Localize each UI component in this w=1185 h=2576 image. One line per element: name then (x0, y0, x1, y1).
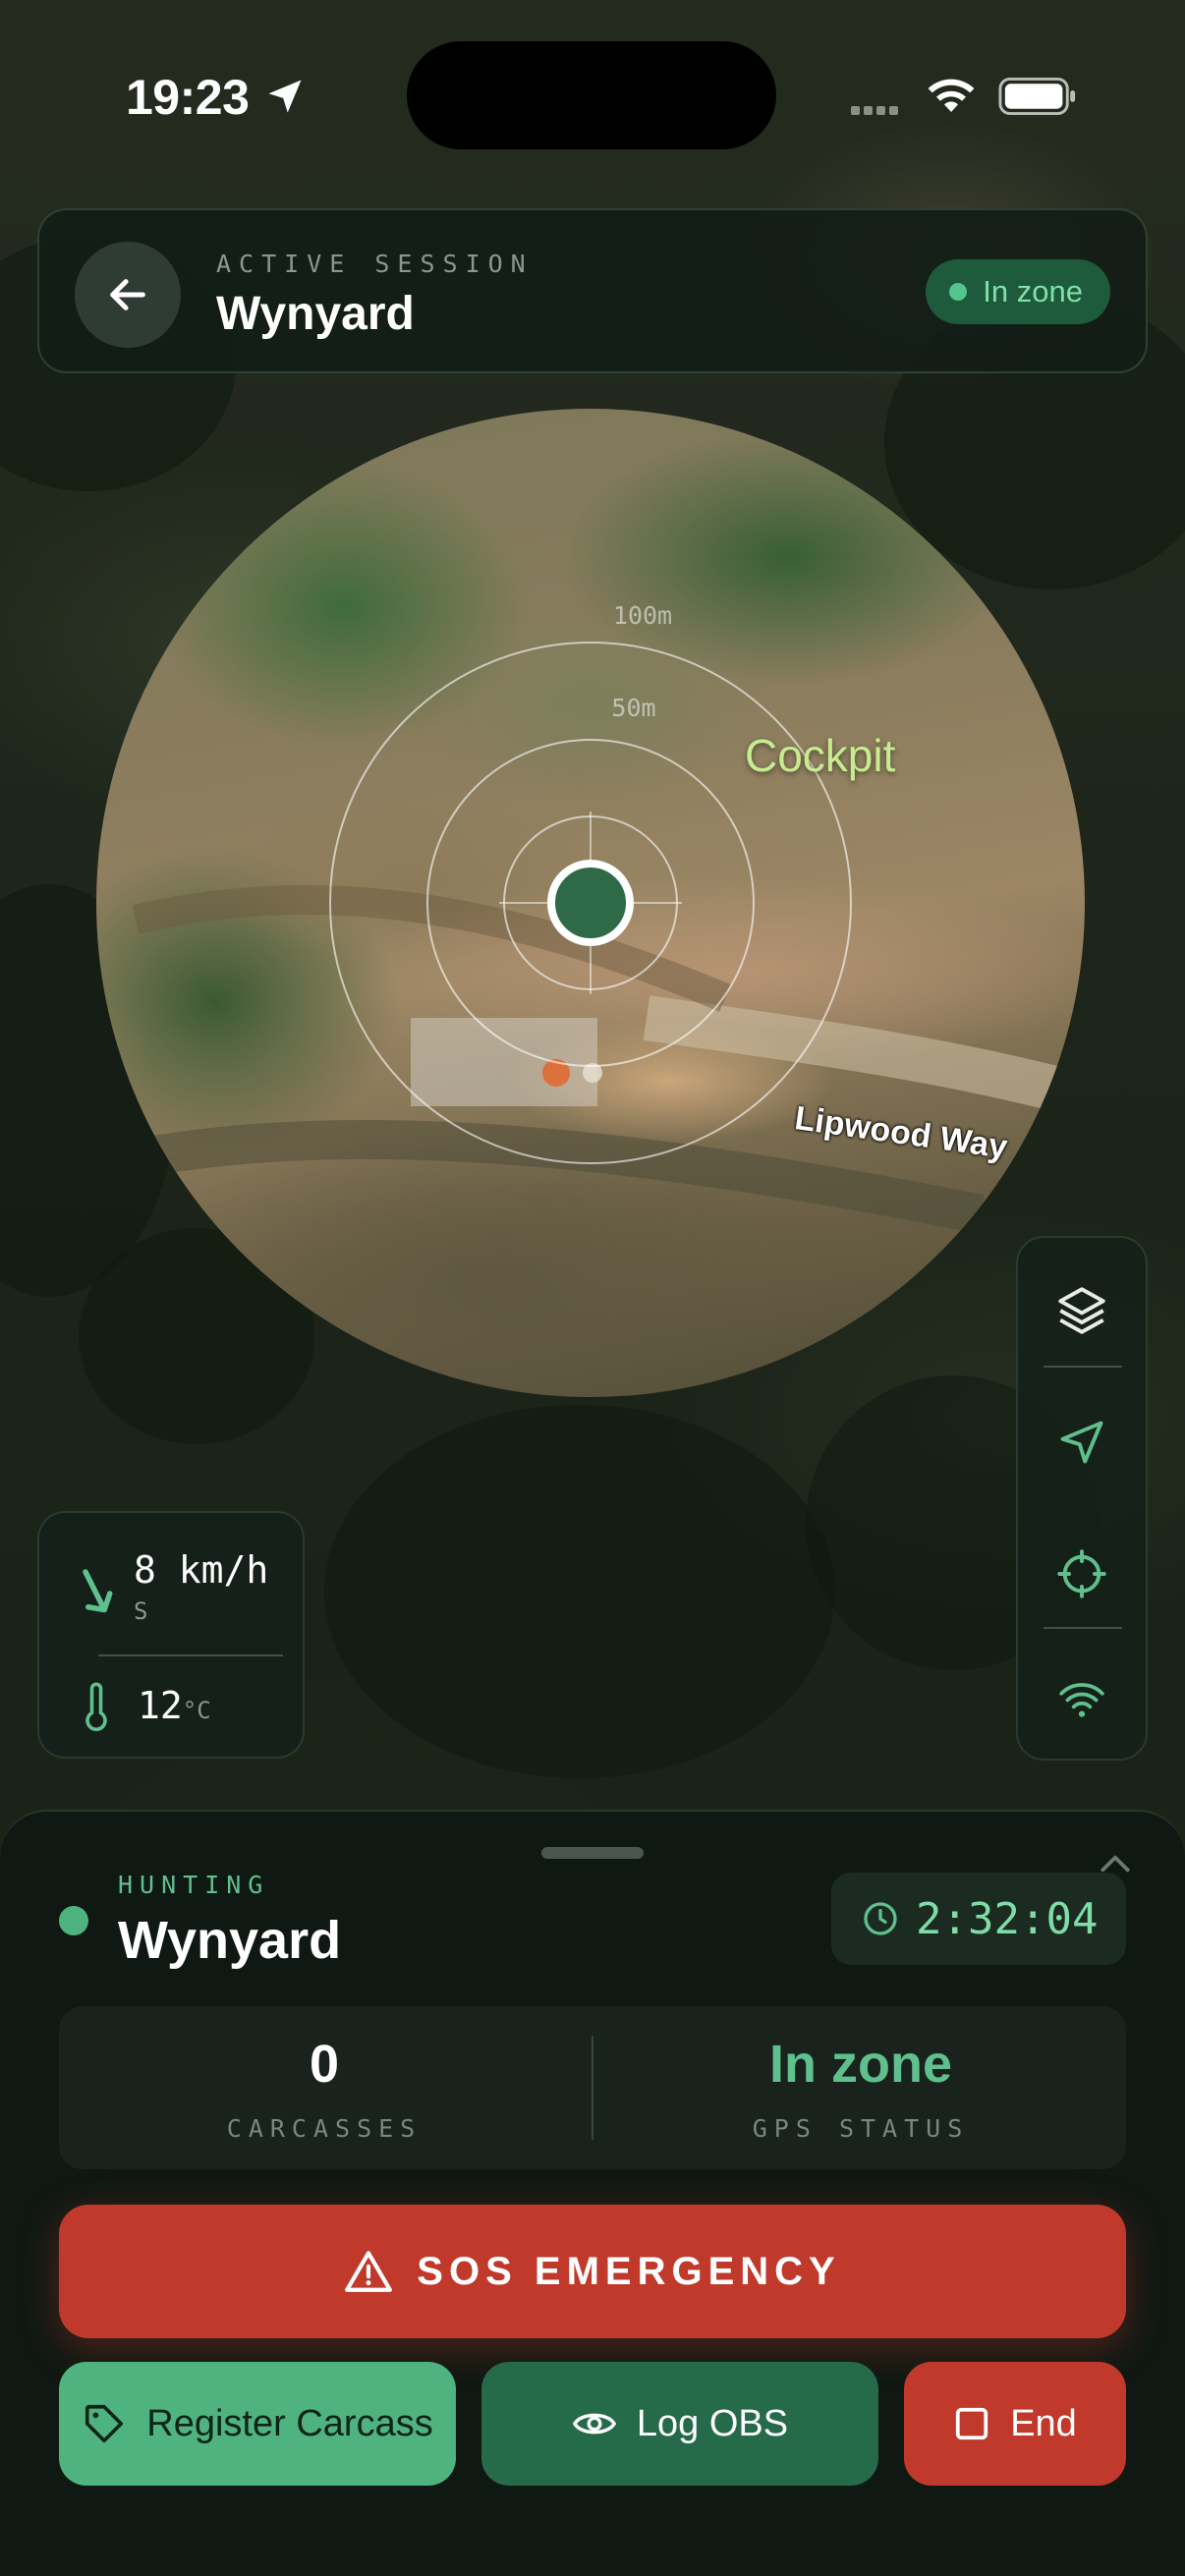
thermometer-icon (85, 1682, 107, 1732)
status-time: 19:23 (126, 70, 250, 125)
arrow-left-icon (110, 279, 145, 310)
zone-status-badge: In zone (926, 259, 1110, 324)
dynamic-island (407, 41, 776, 149)
navigate-button[interactable] (1018, 1383, 1146, 1501)
range-label-100m: 100m (612, 601, 673, 630)
user-location-marker (547, 860, 634, 946)
wind-direction: S (134, 1597, 148, 1625)
proximity-radar[interactable]: 100m 50m Cockpit Lipwood Way (96, 409, 1085, 1397)
tag-icon (85, 2404, 124, 2443)
map-tool-column (1016, 1236, 1148, 1761)
eye-icon (572, 2413, 617, 2435)
activity-name: Wynyard (118, 1911, 342, 1970)
carcasses-count: 0 (309, 2035, 340, 2094)
hunting-status-dot (59, 1906, 88, 1935)
session-header: ACTIVE SESSION Wynyard In zone (37, 208, 1148, 373)
session-stats: 0 CARCASSES In zone GPS STATUS (59, 2006, 1126, 2169)
location-arrow-icon (268, 80, 302, 113)
end-session-button[interactable]: End (904, 2362, 1126, 2486)
gps-status-value: In zone (769, 2035, 952, 2094)
session-bottom-sheet: HUNTING Wynyard 2:32:04 0 CARCASSES In z… (0, 1810, 1185, 2576)
temperature: 12°C (138, 1684, 211, 1727)
log-obs-label: Log OBS (636, 2402, 789, 2444)
cellular-signal-icon (851, 102, 906, 115)
wind-speed: 8 km/h (134, 1548, 269, 1592)
navigate-icon (1060, 1421, 1103, 1464)
log-obs-button[interactable]: Log OBS (481, 2362, 878, 2486)
status-bar: 19:23 (0, 0, 1185, 187)
stop-square-icon (956, 2407, 988, 2440)
zone-status-text: In zone (983, 274, 1083, 308)
range-rings (132, 642, 1085, 1234)
warning-triangle-icon (345, 2251, 393, 2292)
battery-icon (998, 77, 1076, 116)
temperature-value: 12 (138, 1684, 183, 1727)
weather-card: 8 km/h S 12°C (37, 1511, 305, 1759)
timer-value: 2:32:04 (916, 1893, 1099, 1944)
wifi-icon (928, 79, 975, 112)
back-button[interactable] (75, 242, 181, 348)
poi-label-cockpit[interactable]: Cockpit (745, 729, 895, 782)
gps-status-label: GPS STATUS (752, 2114, 970, 2143)
register-carcass-button[interactable]: Register Carcass (59, 2362, 456, 2486)
sos-emergency-button[interactable]: SOS EMERGENCY (59, 2205, 1126, 2338)
carcasses-label: CARCASSES (226, 2114, 423, 2143)
layers-button[interactable] (1018, 1252, 1146, 1370)
session-timer: 2:32:04 (831, 1873, 1126, 1965)
end-label: End (1010, 2402, 1077, 2444)
temperature-unit: °C (182, 1697, 211, 1724)
wind-direction-arrow-icon (83, 1569, 113, 1613)
activity-label: HUNTING (118, 1871, 270, 1899)
clock-icon (864, 1902, 897, 1935)
register-carcass-label: Register Carcass (146, 2402, 433, 2444)
session-title: Wynyard (216, 288, 415, 340)
signal-button[interactable] (1018, 1641, 1146, 1759)
range-label-50m: 50m (611, 694, 656, 722)
crosshair-icon (1057, 1549, 1106, 1598)
session-label: ACTIVE SESSION (216, 250, 534, 278)
status-dot (949, 283, 968, 301)
signal-icon (1059, 1683, 1104, 1717)
recenter-button[interactable] (1018, 1515, 1146, 1633)
sos-label: SOS EMERGENCY (417, 2249, 841, 2293)
sheet-grabber[interactable] (541, 1847, 644, 1859)
layers-icon (1058, 1287, 1105, 1334)
